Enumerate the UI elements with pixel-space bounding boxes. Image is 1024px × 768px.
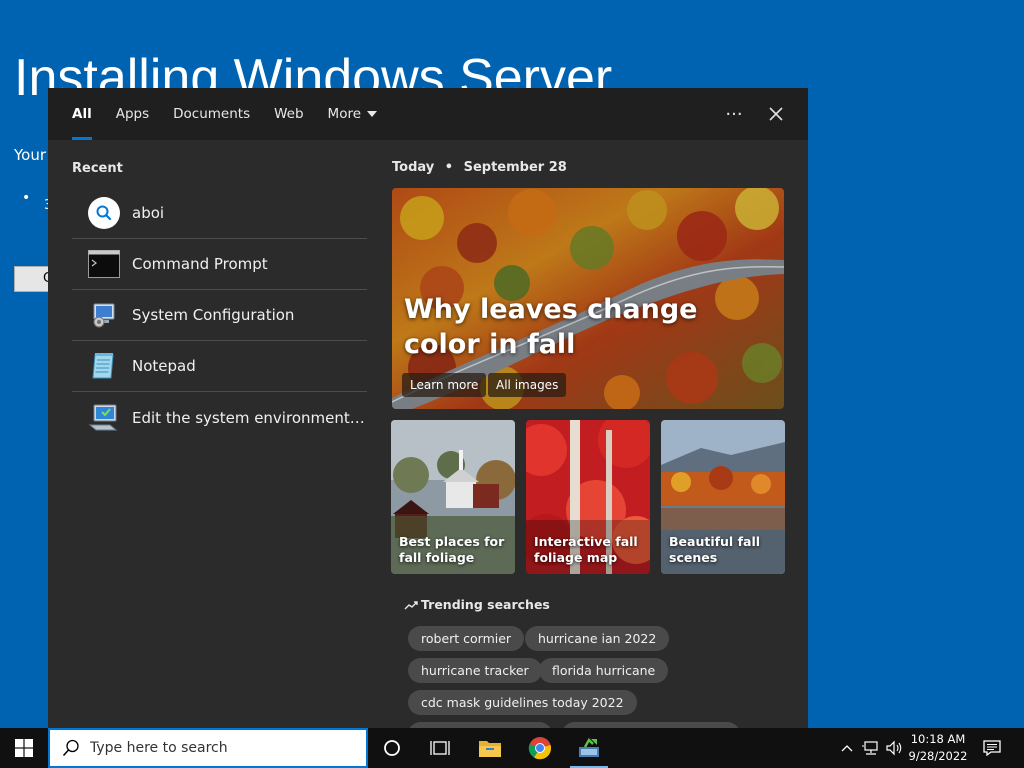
clock-date: 9/28/2022 <box>908 749 968 763</box>
card-label: Best places for fall foliage <box>399 534 505 565</box>
learn-more-button[interactable]: Learn more <box>402 373 487 397</box>
file-explorer-button[interactable] <box>467 728 513 768</box>
cortana-icon <box>384 740 400 756</box>
server-manager-icon <box>579 738 599 757</box>
image-cards: Best places for fall foliage Interactive… <box>391 420 785 574</box>
ellipsis-icon: ··· <box>725 103 743 125</box>
trending-heading-label: Trending searches <box>421 597 550 612</box>
today-label: Today <box>392 160 435 175</box>
chrome-button[interactable] <box>517 728 563 768</box>
clock-time: 10:18 AM <box>910 732 966 746</box>
taskbar-search-box[interactable] <box>48 728 368 768</box>
taskbar: 10:18 AM 9/28/2022 <box>0 728 1024 768</box>
search-icon <box>62 739 79 757</box>
start-button[interactable] <box>0 728 48 768</box>
volume-icon <box>886 740 902 756</box>
tab-more-label: More <box>327 106 362 122</box>
trending-item[interactable]: cdc mask guidelines today 2022 <box>408 690 637 715</box>
search-icon <box>88 197 120 229</box>
recent-item-aboi[interactable]: aboi <box>72 188 367 239</box>
recent-item-command-prompt[interactable]: Command Prompt <box>72 239 367 290</box>
show-hidden-icons-button[interactable] <box>836 728 858 768</box>
all-images-button[interactable]: All images <box>488 373 567 397</box>
hero-title: Why leaves change color in fall <box>404 294 698 360</box>
search-tabs: All Apps Documents Web More <box>60 88 389 140</box>
system-configuration-icon <box>88 299 120 331</box>
trending-heading: Trending searches <box>404 597 550 612</box>
recent-item-label: Edit the system environment vari... <box>132 408 367 427</box>
today-separator: • <box>444 160 454 175</box>
recent-item-notepad[interactable]: Notepad <box>72 341 367 392</box>
notifications-icon <box>983 740 1001 756</box>
tab-apps[interactable]: Apps <box>104 88 161 140</box>
search-flyout: All Apps Documents Web More ··· Recent a… <box>48 88 808 728</box>
volume-button[interactable] <box>883 728 905 768</box>
tab-all-label: All <box>72 106 92 122</box>
tab-web-label: Web <box>274 106 304 122</box>
tab-all[interactable]: All <box>60 88 104 140</box>
recent-item-system-configuration[interactable]: System Configuration <box>72 290 367 341</box>
clock[interactable]: 10:18 AM 9/28/2022 <box>906 731 970 765</box>
trending-item[interactable]: robert cormier <box>408 626 525 651</box>
trending-item[interactable]: hurricane ian 2022 <box>525 626 670 651</box>
cortana-button[interactable] <box>369 728 415 768</box>
flyout-header: All Apps Documents Web More ··· <box>48 88 808 140</box>
close-icon <box>769 107 783 121</box>
search-input[interactable] <box>90 740 350 756</box>
chevron-up-icon <box>841 745 853 752</box>
today-date: September 28 <box>463 160 567 175</box>
network-button[interactable] <box>860 728 882 768</box>
hero-card[interactable]: Why leaves change color in fall Learn mo… <box>392 188 784 409</box>
recent-list: aboi Command Prompt System Configuration… <box>72 188 367 443</box>
tab-documents-label: Documents <box>173 106 251 122</box>
chrome-icon <box>528 737 552 760</box>
file-explorer-icon <box>479 741 501 757</box>
card-interactive-map[interactable]: Interactive fall foliage map <box>526 420 650 574</box>
task-view-icon <box>430 741 450 755</box>
chevron-down-icon <box>367 111 378 117</box>
trending-item[interactable]: hurricane tracker <box>408 658 542 683</box>
installer-bullet: • <box>22 190 31 206</box>
more-options-button[interactable]: ··· <box>720 100 748 128</box>
recent-item-label: Notepad <box>132 357 196 375</box>
action-center-button[interactable] <box>976 728 1008 768</box>
learn-more-label: Learn more <box>410 378 479 392</box>
close-button[interactable] <box>762 100 790 128</box>
windows-logo-icon <box>15 739 33 757</box>
installer-status-text: Your <box>14 146 47 164</box>
card-label: Beautiful fall scenes <box>669 534 761 565</box>
card-best-places[interactable]: Best places for fall foliage <box>391 420 515 574</box>
notepad-icon <box>88 350 120 382</box>
recent-item-label: aboi <box>132 204 165 222</box>
task-view-button[interactable] <box>417 728 463 768</box>
tab-apps-label: Apps <box>115 106 150 122</box>
recent-item-label: System Configuration <box>132 306 295 324</box>
system-properties-icon <box>88 402 120 434</box>
tab-more[interactable]: More <box>316 88 389 140</box>
all-images-label: All images <box>496 378 559 392</box>
server-manager-button[interactable] <box>566 728 612 768</box>
card-label: Interactive fall foliage map <box>534 534 638 565</box>
card-beautiful-scenes[interactable]: Beautiful fall scenes <box>661 420 785 574</box>
recent-item-label: Command Prompt <box>132 255 268 273</box>
tab-web[interactable]: Web <box>262 88 315 140</box>
recent-heading: Recent <box>72 161 123 176</box>
command-prompt-icon <box>88 248 120 280</box>
trending-item[interactable]: florida hurricane <box>539 658 669 683</box>
tab-documents[interactable]: Documents <box>161 88 262 140</box>
trending-icon <box>404 600 418 609</box>
recent-item-edit-environment-variables[interactable]: Edit the system environment vari... <box>72 392 367 443</box>
today-header: Today • September 28 <box>392 160 567 175</box>
network-icon <box>862 741 878 755</box>
